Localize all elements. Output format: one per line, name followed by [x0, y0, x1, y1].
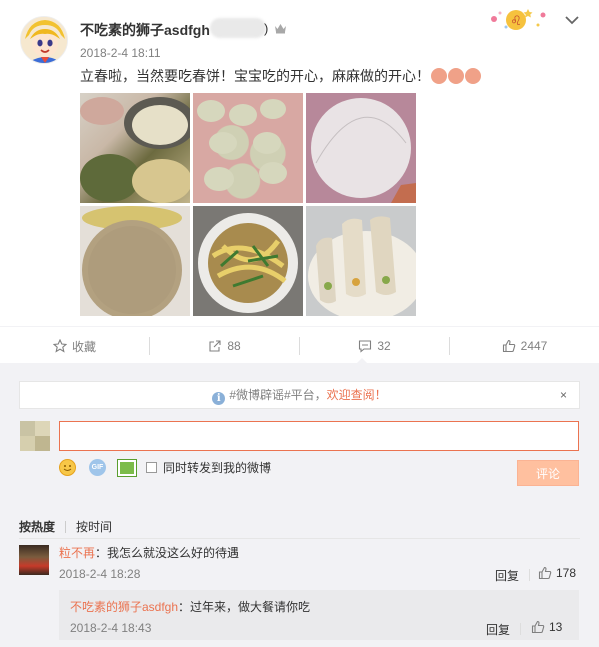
thumbs-up-icon: [531, 620, 545, 634]
comment-like-count: 178: [556, 566, 577, 580]
star-icon: [52, 339, 67, 353]
image-upload-icon[interactable]: [117, 458, 137, 477]
repost-button[interactable]: 88: [150, 327, 299, 365]
post-timestamp[interactable]: 2018-2-4 18:11: [80, 46, 161, 60]
smile-face-glyph: [63, 465, 72, 471]
reply-text: ：过年来，做大餐请你吃: [178, 600, 311, 614]
favorite-label: 收藏: [71, 339, 96, 354]
comment-timestamp: 2018-2-4 18:28: [59, 567, 141, 581]
author-avatar[interactable]: [20, 16, 68, 64]
reply-like-button[interactable]: 13: [531, 620, 562, 634]
comment-text: ：我怎么就没这么好的待遇: [95, 546, 240, 560]
photo-6-image: [306, 206, 416, 316]
redacted-name-blur: [210, 18, 266, 38]
current-user-avatar[interactable]: [20, 421, 50, 451]
comment-input[interactable]: [59, 421, 579, 451]
comment-sort-tabs: 按热度 按时间: [19, 518, 112, 535]
submit-comment-button[interactable]: 评论: [517, 460, 579, 486]
post-photo-4[interactable]: [80, 206, 190, 316]
comment-like-button[interactable]: 178: [538, 566, 576, 580]
info-icon: i: [212, 392, 226, 405]
reply-like-count: 13: [549, 620, 563, 634]
sort-divider-line: [19, 538, 580, 539]
username-paren: ): [264, 21, 269, 36]
repost-icon: [209, 340, 221, 352]
thumbs-up-icon: [502, 339, 515, 353]
emoji-icon: [431, 68, 447, 84]
reply-timestamp: 2018-2-4 18:43: [70, 621, 152, 635]
thumbs-up-icon: [538, 566, 552, 580]
sort-by-time-tab[interactable]: 按时间: [76, 520, 112, 534]
commenter-avatar[interactable]: [19, 545, 49, 575]
panel-pointer: [355, 358, 369, 365]
post-photo-6[interactable]: [306, 206, 416, 316]
reply-body: 不吃素的狮子asdfgh：过年来，做大餐请你吃: [70, 598, 310, 615]
sort-divider: [65, 521, 67, 533]
comment-icon: [359, 340, 372, 353]
comment-body: 粒不再：我怎么就没这么好的待遇: [59, 544, 239, 561]
forward-checkbox[interactable]: [146, 462, 157, 473]
notice-text: #微博辟谣#平台，: [229, 388, 327, 402]
emoji-icon: [448, 68, 464, 84]
reply-button[interactable]: 回复: [495, 567, 519, 584]
comment-button[interactable]: 32: [300, 327, 449, 365]
photo-5-image: [193, 206, 303, 316]
post-photo-1[interactable]: [80, 93, 190, 203]
festival-badge-icon: ♌: [491, 9, 546, 30]
like-count: 2447: [520, 339, 548, 353]
photo-1-image: [80, 97, 190, 203]
post-photo-5[interactable]: [193, 206, 303, 316]
post-action-bar: 收藏 88 32 2447: [0, 326, 599, 364]
post-content: 立春啦，当然要吃春饼！宝宝吃的开心，麻麻做的开心！: [80, 66, 481, 86]
member-crown-icon[interactable]: [274, 22, 287, 34]
photo-3-image: [311, 98, 416, 203]
sort-by-hot-tab[interactable]: 按热度: [19, 520, 55, 534]
rumor-notice-bar[interactable]: i #微博辟谣#平台，欢迎查阅！ ×: [19, 381, 580, 409]
post-text: 立春啦，当然要吃春饼！宝宝吃的开心，麻麻做的开心！: [80, 68, 430, 84]
avatar-illustration: [21, 17, 67, 63]
notice-link[interactable]: 欢迎查阅！: [327, 388, 387, 402]
reply-author[interactable]: 不吃素的狮子asdfgh: [70, 600, 178, 614]
photo-4-image: [80, 206, 190, 316]
reply-divider: [529, 569, 530, 581]
composer-toolbar: GIF 同时转发到我的微博: [59, 458, 271, 477]
like-button[interactable]: 2447: [450, 327, 599, 365]
forward-label[interactable]: 同时转发到我的微博: [163, 459, 271, 476]
post-username[interactable]: 不吃素的狮子asdfgh: [80, 20, 210, 40]
emoji-icon: [465, 68, 481, 84]
photo-2-image: [197, 99, 287, 191]
close-icon[interactable]: ×: [560, 382, 567, 408]
chevron-down-icon[interactable]: [565, 15, 579, 25]
repost-count: 88: [227, 339, 241, 353]
gif-icon[interactable]: GIF: [89, 459, 106, 476]
emoji-picker-icon[interactable]: [59, 459, 76, 476]
post-photo-3[interactable]: [306, 93, 416, 203]
post-photo-2[interactable]: [193, 93, 303, 203]
comment-count: 32: [377, 339, 391, 353]
favorite-button[interactable]: 收藏: [0, 327, 149, 365]
comment-author[interactable]: 粒不再: [59, 546, 95, 560]
reply-divider: [520, 623, 521, 635]
reply-button[interactable]: 回复: [486, 621, 510, 638]
svg-text:♌: ♌: [510, 14, 522, 29]
